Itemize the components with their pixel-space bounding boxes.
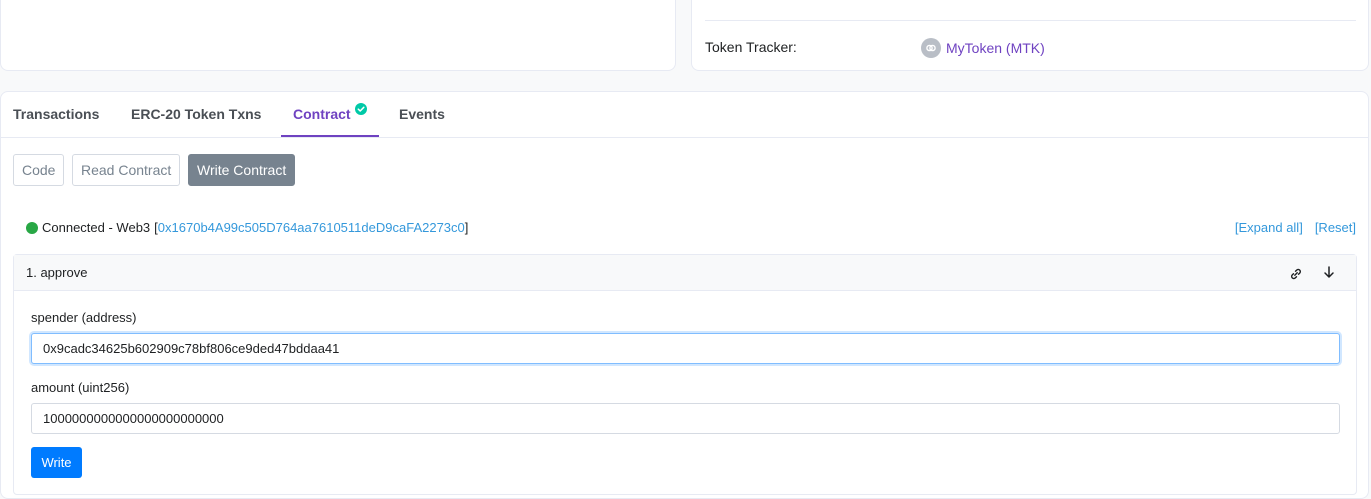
accordion-header[interactable]: 1. approve xyxy=(14,255,1356,291)
tab-events[interactable]: Events xyxy=(399,92,445,138)
tab-contract[interactable]: Contract xyxy=(293,92,351,138)
token-tracker-label: Token Tracker: xyxy=(705,39,797,55)
function-accordion-approve: 1. approve spender (address) amount (uin… xyxy=(13,254,1357,495)
token-name: MyToken (MTK) xyxy=(946,40,1045,56)
contract-card: Transactions ERC-20 Token Txns Contract … xyxy=(0,91,1369,499)
write-button[interactable]: Write xyxy=(31,447,82,478)
tab-transactions[interactable]: Transactions xyxy=(13,92,99,138)
active-tab-indicator xyxy=(281,135,379,137)
connection-status-text: Connected - Web3 xyxy=(42,220,151,235)
tab-bar: Transactions ERC-20 Token Txns Contract … xyxy=(1,92,1368,138)
overview-card xyxy=(0,0,676,71)
spender-label: spender (address) xyxy=(31,310,137,325)
write-contract-button[interactable]: Write Contract xyxy=(188,154,296,186)
spender-input[interactable] xyxy=(31,333,1340,364)
token-icon xyxy=(921,38,941,58)
reset-link[interactable]: [Reset] xyxy=(1315,220,1356,235)
connected-dot-icon xyxy=(26,221,38,234)
code-button[interactable]: Code xyxy=(13,154,65,186)
amount-input[interactable] xyxy=(31,403,1340,434)
amount-label: amount (uint256) xyxy=(31,380,130,395)
read-contract-button[interactable]: Read Contract xyxy=(72,154,181,186)
link-icon[interactable] xyxy=(1289,267,1303,281)
function-title[interactable]: 1. approve xyxy=(26,265,87,280)
divider xyxy=(705,20,1356,21)
tab-erc20-token-txns[interactable]: ERC-20 Token Txns xyxy=(131,92,261,138)
close-bracket: ] xyxy=(464,220,469,235)
accordion-actions: [Expand all] [Reset] xyxy=(1235,220,1356,235)
connected-address-link[interactable]: 0x1670b4A99c505D764aa7610511deD9caFA2273… xyxy=(158,220,465,235)
token-tracker-link[interactable]: MyToken (MTK) xyxy=(921,38,1045,58)
verified-check-icon xyxy=(355,103,367,115)
expand-all-link[interactable]: [Expand all] xyxy=(1235,220,1303,235)
connection-status: Connected - Web3 [ 0x1670b4A99c505D764aa… xyxy=(26,220,468,235)
more-info-card: Token Tracker: MyToken (MTK) xyxy=(691,0,1369,71)
arrow-down-icon[interactable] xyxy=(1322,265,1336,279)
